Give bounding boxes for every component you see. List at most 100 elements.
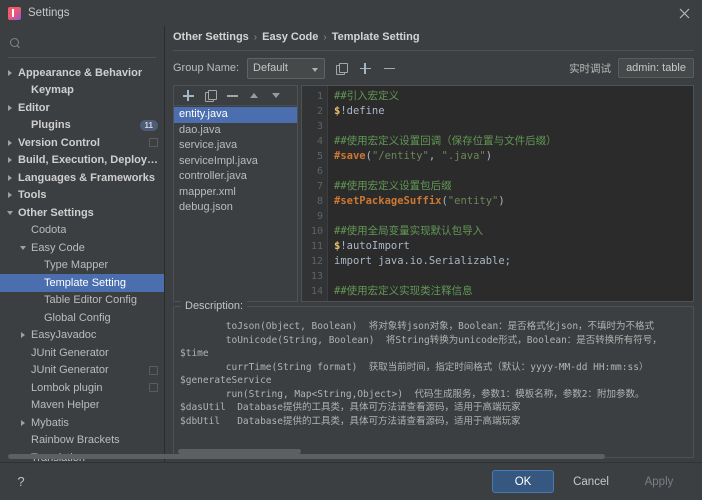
template-code-editor[interactable]: 1 2 3 4 5 6 7 8 9 10 11 12 13 14 ##引入宏定义 $!define ##使用… (301, 85, 694, 302)
sidebar-item-languages-frameworks[interactable]: Languages & Frameworks (0, 169, 164, 187)
sidebar-item-label: JUnit Generator (31, 346, 109, 359)
minus-icon (226, 90, 238, 101)
sidebar-item-lombok-plugin[interactable]: Lombok plugin (0, 379, 164, 397)
close-icon[interactable] (676, 5, 692, 21)
description-wrapper: Description: toJson(Object, Boolean) 将对象… (165, 300, 702, 462)
breadcrumb-item-1[interactable]: Other Settings (173, 31, 249, 43)
sidebar-item-global-config[interactable]: Global Config (0, 309, 164, 327)
sidebar-item-label: Type Mapper (44, 259, 109, 272)
sidebar-item-other-settings[interactable]: Other Settings (0, 204, 164, 222)
scrollbar-thumb[interactable] (8, 454, 605, 459)
search-input[interactable] (8, 30, 156, 58)
realtime-debug-label: 实时调试 (569, 62, 612, 75)
move-down-button[interactable] (268, 88, 284, 104)
list-item[interactable]: entity.java (174, 107, 297, 123)
sidebar-item-keymap[interactable]: Keymap (0, 82, 164, 100)
file-items: entity.java dao.java service.java serviceIm… (174, 106, 297, 301)
copy-file-button[interactable] (202, 88, 218, 104)
sidebar-item-label: Languages & Frameworks (18, 171, 155, 184)
sidebar-item-label: Maven Helper (31, 399, 100, 412)
breadcrumb-item-3[interactable]: Template Setting (332, 31, 420, 43)
breadcrumb-separator: › (323, 31, 327, 43)
list-item[interactable]: serviceImpl.java (174, 154, 297, 170)
debug-area: 实时调试 admin: table (569, 58, 694, 78)
chevron-right-icon[interactable] (6, 155, 16, 165)
list-item[interactable]: service.java (174, 138, 297, 154)
chevron-down-icon[interactable] (6, 208, 16, 218)
apply-button[interactable]: Apply (628, 470, 690, 493)
chevron-right-icon[interactable] (6, 103, 16, 113)
sidebar-item-junit-generator[interactable]: JUnit Generator (0, 362, 164, 380)
sidebar-item-mybatis[interactable]: Mybatis (0, 414, 164, 432)
list-item[interactable]: mapper.xml (174, 185, 297, 201)
sidebar-item-type-mapper[interactable]: Type Mapper (0, 257, 164, 275)
code-line: ##使用宏定义实现类注释信息 (334, 284, 693, 299)
code-token: ".java" (441, 150, 486, 162)
title-bar: Settings (0, 0, 702, 26)
horizontal-scrollbar[interactable] (8, 454, 694, 460)
sidebar-item-label: Plugins (31, 119, 71, 132)
help-button[interactable]: ? (12, 473, 30, 491)
description-text: toJson(Object, Boolean) 将对象转json对象，Boole… (180, 321, 662, 427)
breadcrumb-item-2[interactable]: Easy Code (262, 31, 318, 43)
group-name-select[interactable]: Default (247, 57, 326, 79)
cancel-button[interactable]: Cancel (560, 470, 622, 493)
sidebar-item-table-editor-config[interactable]: Table Editor Config (0, 292, 164, 310)
add-file-button[interactable] (180, 88, 196, 104)
list-item[interactable]: debug.json (174, 200, 297, 216)
sidebar-item-version-control[interactable]: Version Control (0, 134, 164, 152)
chevron-down-icon (312, 67, 319, 72)
sidebar-item-label: EasyJavadoc (31, 329, 97, 342)
chevron-down-icon[interactable] (19, 243, 29, 253)
sidebar-item-appearance-behavior[interactable]: Appearance & Behavior (0, 64, 164, 82)
sidebar-item-rainbow-brackets[interactable]: Rainbow Brackets (0, 432, 164, 450)
settings-tree: Appearance & Behavior Keymap Editor Plugins… (0, 60, 164, 462)
chevron-right-icon[interactable] (6, 190, 16, 200)
remove-group-button[interactable] (381, 60, 397, 76)
sidebar-item-easy-code[interactable]: Easy Code (0, 239, 164, 257)
line-number: 12 (310, 256, 323, 267)
code-line: ##引入宏定义 (334, 89, 693, 104)
add-group-button[interactable] (357, 60, 373, 76)
chevron-right-icon[interactable] (6, 138, 16, 148)
remove-file-button[interactable] (224, 88, 240, 104)
line-number: 14 (310, 286, 323, 297)
ok-button[interactable]: OK (492, 470, 554, 493)
sidebar-item-label: Keymap (31, 84, 74, 97)
sidebar-item-plugins[interactable]: Plugins 11 (0, 117, 164, 135)
chevron-right-icon[interactable] (6, 173, 16, 183)
sidebar-item-junit-generator[interactable]: JUnit Generator (0, 344, 164, 362)
chevron-right-icon[interactable] (19, 330, 29, 340)
sidebar-item-template-setting[interactable]: Template Setting (0, 274, 164, 292)
chevron-right-icon[interactable] (19, 418, 29, 428)
sidebar-item-codota[interactable]: Codota (0, 222, 164, 240)
arrow-down-icon (272, 93, 280, 98)
sidebar-item-easyjavadoc[interactable]: EasyJavadoc (0, 327, 164, 345)
list-item[interactable]: dao.java (174, 123, 297, 139)
sidebar-item-maven-helper[interactable]: Maven Helper (0, 397, 164, 415)
code-text[interactable]: ##引入宏定义 $!define ##使用宏定义设置回调（保存位置与文件后缀） #s… (328, 86, 693, 301)
list-item[interactable]: controller.java (174, 169, 297, 185)
sidebar-item-label: Codota (31, 224, 67, 237)
sidebar-item-build-execution-deployment[interactable]: Build, Execution, Deployment (0, 152, 164, 170)
sidebar-item-label: JUnit Generator (31, 364, 109, 377)
dialog-footer: ? OK Cancel Apply (0, 462, 702, 500)
line-number: 10 (310, 226, 323, 237)
copy-group-button[interactable] (333, 60, 349, 76)
sidebar-item-editor[interactable]: Editor (0, 99, 164, 117)
move-up-button[interactable] (246, 88, 262, 104)
code-token: !define (340, 105, 385, 117)
copy-icon (149, 138, 158, 148)
settings-sidebar: Appearance & Behavior Keymap Editor Plugins… (0, 26, 165, 462)
search-icon (10, 37, 22, 50)
chevron-right-icon[interactable] (6, 68, 16, 78)
sidebar-item-tools[interactable]: Tools (0, 187, 164, 205)
line-number-gutter: 1 2 3 4 5 6 7 8 9 10 11 12 13 14 (302, 86, 328, 301)
debug-target-value[interactable]: admin: table (618, 58, 694, 78)
